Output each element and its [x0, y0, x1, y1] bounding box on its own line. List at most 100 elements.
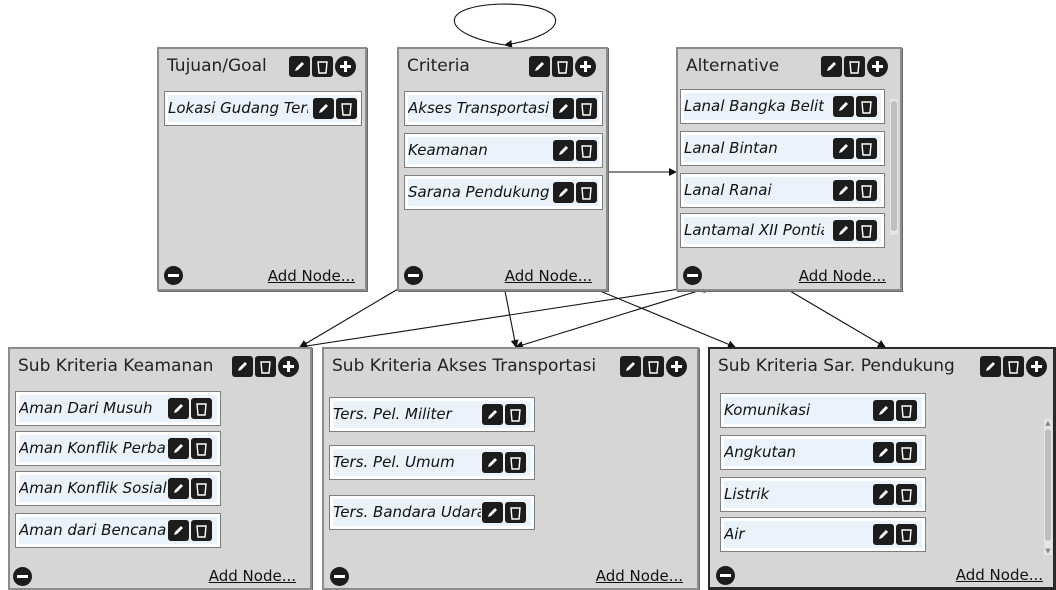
- edit-item-button[interactable]: [873, 442, 894, 463]
- delete-item-button[interactable]: [856, 96, 877, 117]
- delete-item-button[interactable]: [896, 484, 917, 505]
- edit-item-button[interactable]: [833, 220, 854, 241]
- edit-item-button[interactable]: [313, 98, 334, 119]
- edit-item-button[interactable]: [553, 140, 574, 161]
- collapse-button[interactable]: [13, 567, 32, 586]
- list-item[interactable]: Lanal Bangka Belitu: [680, 89, 885, 124]
- edit-node-button[interactable]: [232, 356, 253, 377]
- add-node-link[interactable]: Add Node...: [799, 267, 886, 285]
- node-goal[interactable]: Tujuan/Goal Lokasi Gudang Terb Add Node.…: [157, 47, 367, 291]
- edit-item-button[interactable]: [553, 98, 574, 119]
- list-item[interactable]: Lanal Ranai: [680, 173, 885, 208]
- edit-item-button[interactable]: [168, 520, 189, 541]
- scrollbar[interactable]: ▲ ▼: [1044, 419, 1052, 555]
- delete-item-button[interactable]: [191, 398, 212, 419]
- add-child-button[interactable]: [575, 56, 596, 77]
- add-child-button[interactable]: [867, 56, 888, 77]
- scroll-thumb[interactable]: [1045, 429, 1051, 541]
- list-item[interactable]: Sarana Pendukung: [404, 175, 603, 210]
- edit-item-button[interactable]: [873, 484, 894, 505]
- collapse-button[interactable]: [330, 567, 349, 586]
- list-item[interactable]: Air: [720, 517, 926, 552]
- edit-node-button[interactable]: [289, 56, 310, 77]
- delete-item-button[interactable]: [505, 404, 526, 425]
- add-node-link[interactable]: Add Node...: [268, 267, 355, 285]
- edit-item-button[interactable]: [553, 182, 574, 203]
- node-alternative[interactable]: Alternative Lanal Bangka Belitu Lanal Bi…: [676, 47, 902, 291]
- edit-item-button[interactable]: [833, 180, 854, 201]
- node-criteria[interactable]: Criteria Akses Transportasi Keamanan Sar…: [397, 47, 608, 291]
- add-node-link[interactable]: Add Node...: [956, 566, 1043, 584]
- edit-item-button[interactable]: [482, 452, 503, 473]
- edit-item-button[interactable]: [168, 438, 189, 459]
- edit-item-button[interactable]: [873, 524, 894, 545]
- delete-item-button[interactable]: [896, 400, 917, 421]
- list-item[interactable]: Ters. Pel. Militer: [329, 397, 535, 432]
- delete-node-button[interactable]: [255, 356, 276, 377]
- delete-item-button[interactable]: [576, 140, 597, 161]
- list-item[interactable]: Aman Konflik Sosial: [15, 471, 221, 506]
- delete-node-button[interactable]: [844, 56, 865, 77]
- delete-item-button[interactable]: [896, 442, 917, 463]
- node-sub-akses[interactable]: Sub Kriteria Akses Transportasi Ters. Pe…: [322, 347, 699, 590]
- delete-item-button[interactable]: [896, 524, 917, 545]
- add-child-button[interactable]: [1026, 356, 1047, 377]
- delete-item-button[interactable]: [191, 438, 212, 459]
- edit-item-button[interactable]: [833, 138, 854, 159]
- add-node-link[interactable]: Add Node...: [505, 267, 592, 285]
- delete-item-button[interactable]: [505, 502, 526, 523]
- edit-item-button[interactable]: [168, 398, 189, 419]
- list-item[interactable]: Angkutan: [720, 435, 926, 470]
- delete-item-button[interactable]: [576, 182, 597, 203]
- collapse-button[interactable]: [683, 266, 702, 285]
- delete-item-button[interactable]: [505, 452, 526, 473]
- delete-node-button[interactable]: [312, 56, 333, 77]
- add-child-button[interactable]: [278, 356, 299, 377]
- scroll-down-arrow[interactable]: ▼: [1044, 547, 1052, 555]
- delete-item-button[interactable]: [856, 180, 877, 201]
- edit-node-button[interactable]: [821, 56, 842, 77]
- list-item[interactable]: Lantamal XII Pontia: [680, 213, 885, 248]
- node-sub-keamanan[interactable]: Sub Kriteria Keamanan Aman Dari Musuh Am…: [8, 347, 312, 590]
- delete-item-button[interactable]: [856, 138, 877, 159]
- scroll-thumb[interactable]: [891, 101, 897, 231]
- list-item[interactable]: Lanal Bintan: [680, 131, 885, 166]
- list-item[interactable]: Ters. Bandara Udara: [329, 495, 535, 530]
- collapse-button[interactable]: [404, 266, 423, 285]
- delete-node-button[interactable]: [552, 56, 573, 77]
- delete-item-button[interactable]: [576, 98, 597, 119]
- scrollbar[interactable]: [890, 99, 898, 235]
- edit-node-button[interactable]: [980, 356, 1001, 377]
- delete-item-button[interactable]: [336, 98, 357, 119]
- add-node-link[interactable]: Add Node...: [209, 567, 296, 585]
- edit-node-button[interactable]: [620, 356, 641, 377]
- delete-item-button[interactable]: [191, 478, 212, 499]
- delete-node-button[interactable]: [1003, 356, 1024, 377]
- edit-item-button[interactable]: [482, 502, 503, 523]
- scroll-up-arrow[interactable]: ▲: [1044, 419, 1052, 427]
- edit-item-button[interactable]: [873, 400, 894, 421]
- edit-item-button[interactable]: [833, 96, 854, 117]
- delete-node-button[interactable]: [643, 356, 664, 377]
- list-item[interactable]: Komunikasi: [720, 393, 926, 428]
- delete-item-button[interactable]: [191, 520, 212, 541]
- add-child-button[interactable]: [666, 356, 687, 377]
- list-item[interactable]: Akses Transportasi: [404, 91, 603, 126]
- list-item[interactable]: Listrik: [720, 477, 926, 512]
- collapse-button[interactable]: [164, 266, 183, 285]
- list-item[interactable]: Ters. Pel. Umum: [329, 445, 535, 480]
- list-item[interactable]: Aman dari Bencana: [15, 513, 221, 548]
- edit-item-button[interactable]: [482, 404, 503, 425]
- edit-item-button[interactable]: [168, 478, 189, 499]
- list-item[interactable]: Aman Dari Musuh: [15, 391, 221, 426]
- delete-item-button[interactable]: [856, 220, 877, 241]
- add-child-button[interactable]: [335, 56, 356, 77]
- node-sub-sarana[interactable]: Sub Kriteria Sar. Pendukung Komunikasi A…: [708, 347, 1056, 590]
- edit-node-button[interactable]: [529, 56, 550, 77]
- add-node-link[interactable]: Add Node...: [596, 567, 683, 585]
- trash-icon: [580, 102, 593, 116]
- list-item[interactable]: Aman Konflik Perbat: [15, 431, 221, 466]
- list-item[interactable]: Lokasi Gudang Terb: [164, 91, 362, 126]
- list-item[interactable]: Keamanan: [404, 133, 603, 168]
- collapse-button[interactable]: [716, 566, 735, 585]
